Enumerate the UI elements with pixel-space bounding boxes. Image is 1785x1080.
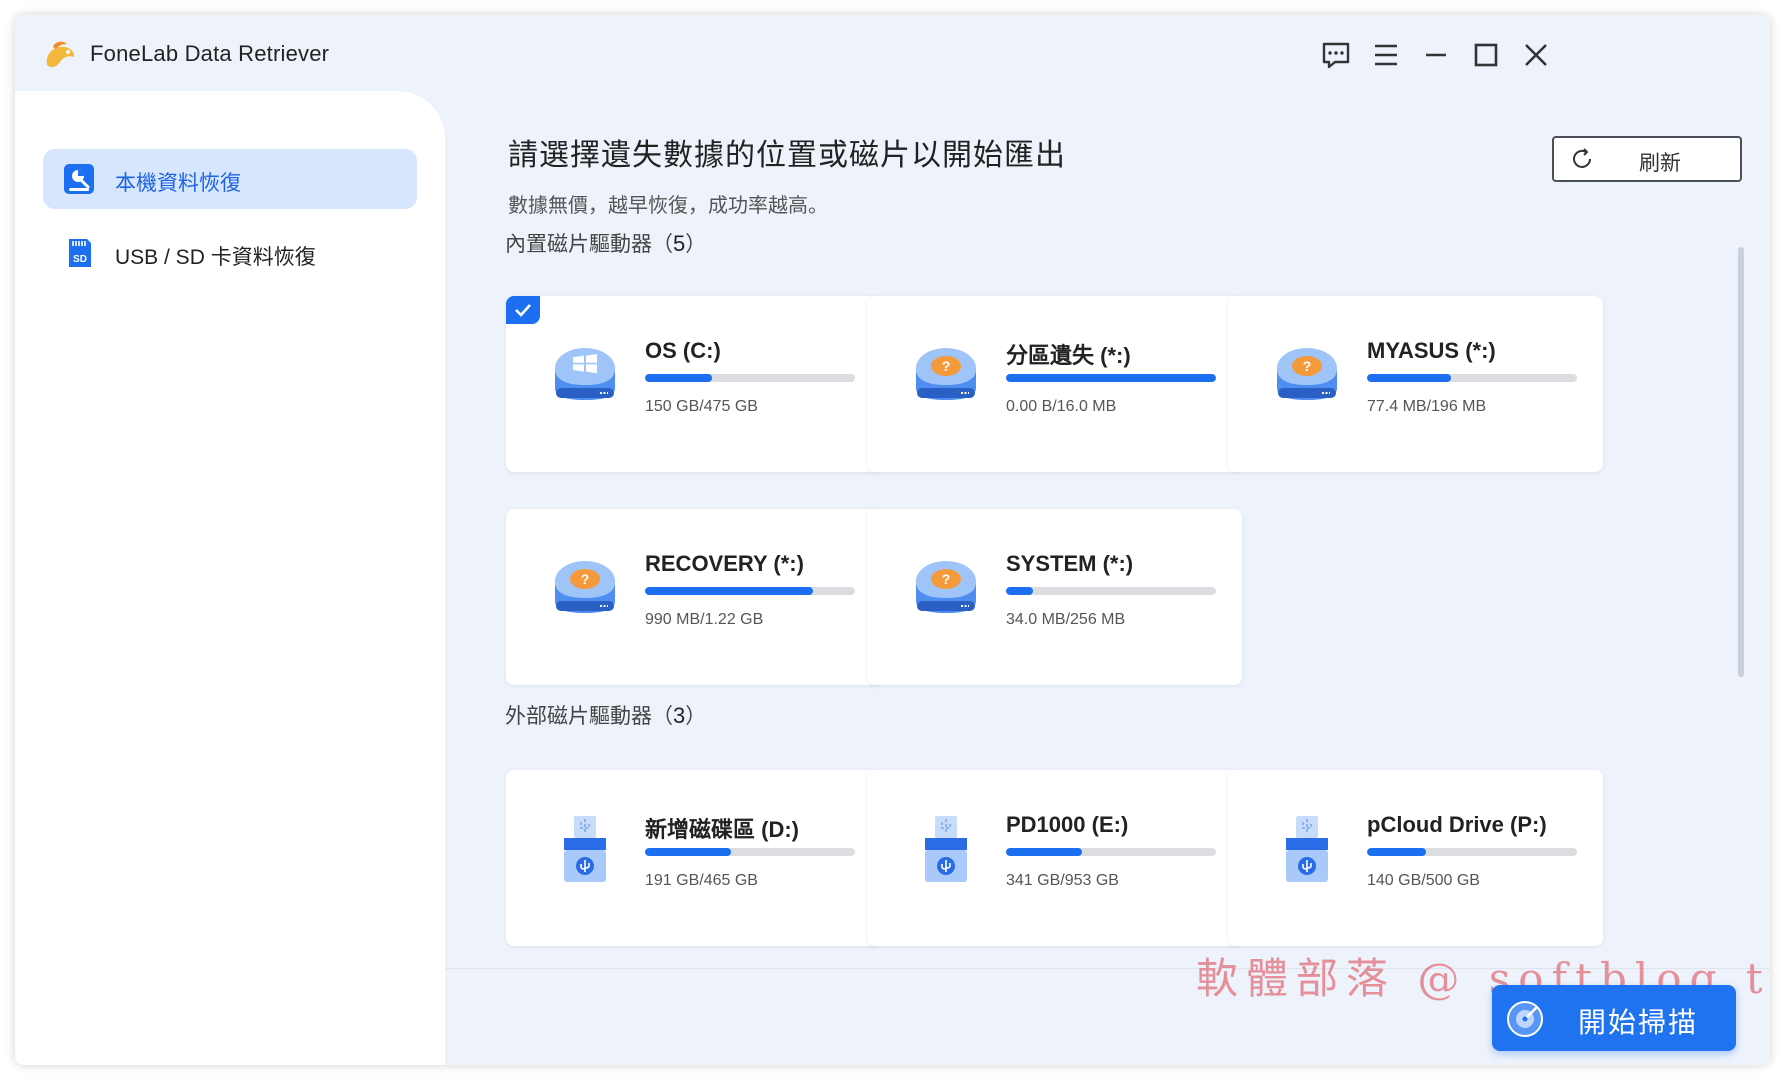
drive-name: RECOVERY (*:) [645,551,804,576]
usb-drive-icon [925,816,967,882]
internal-drives-heading: 內置磁片驅動器（5） [505,228,706,258]
unknown-drive-icon: ? [555,561,615,613]
refresh-icon [1573,148,1591,168]
drive-size: 341 GB/953 GB [1006,872,1119,889]
app-window: FoneLab Data Retriever 本機資料恢復 SD USB / S… [15,15,1770,1065]
drive-usage-fill [1006,587,1034,595]
drive-usage-fill [1367,374,1451,382]
drive-card-system[interactable]: ? SYSTEM (*:) 34.0 MB/256 MB [867,509,1242,685]
external-drives-label: 外部磁片驅動器（ [505,705,673,728]
refresh-label: 刷新 [1639,152,1681,175]
selected-check-badge [506,296,540,324]
drive-usage-bar [645,374,855,382]
drive-card-pd1000-e[interactable]: PD1000 (E:) 341 GB/953 GB [867,770,1242,946]
drive-size: 990 MB/1.22 GB [645,611,764,628]
svg-text:?: ? [581,571,590,587]
drive-size: 191 GB/465 GB [645,872,758,889]
drive-name: pCloud Drive (P:) [1367,812,1547,837]
sidebar-item-label: 本機資料恢復 [115,172,241,195]
drive-usage-fill [645,374,713,382]
drive-usage-fill [645,587,813,595]
sidebar-item-local-recovery[interactable]: 本機資料恢復 [43,149,417,209]
svg-text:?: ? [1303,358,1312,374]
drive-usage-fill [645,848,732,856]
drive-usage-bar [1006,374,1216,382]
computer-recovery-icon [64,164,94,194]
drive-size: 77.4 MB/196 MB [1367,398,1487,415]
scan-disc-icon [1507,1001,1543,1037]
drive-name: OS (C:) [645,338,721,363]
drive-usage-bar [1367,374,1577,382]
drive-usage-fill [1367,848,1426,856]
internal-drives-count: 5 [673,231,686,256]
unknown-drive-icon: ? [916,561,976,613]
drive-usage-bar [1006,587,1216,595]
menu-button[interactable] [1368,37,1404,73]
checkmark-icon [515,304,531,317]
svg-text:?: ? [942,571,951,587]
drive-name: PD1000 (E:) [1006,812,1129,837]
fonelab-logo-icon [46,41,75,68]
drive-size: 34.0 MB/256 MB [1006,611,1126,628]
sd-card-icon: SD [69,239,91,267]
drive-name: 分區遺失 (*:) [1006,343,1131,368]
drive-usage-fill [1006,374,1216,382]
app-title: FoneLab Data Retriever [90,41,330,66]
close-icon [1525,44,1547,66]
drive-card-myasus[interactable]: ? MYASUS (*:) 77.4 MB/196 MB [1228,296,1603,472]
minimize-icon [1426,53,1446,57]
drive-size: 0.00 B/16.0 MB [1006,398,1117,415]
drive-card-pcloud-p[interactable]: pCloud Drive (P:) 140 GB/500 GB [1228,770,1603,946]
drive-card-lost-partition[interactable]: ? 分區遺失 (*:) 0.00 B/16.0 MB [867,296,1242,472]
external-drives-heading: 外部磁片驅動器（3） [505,700,706,730]
drive-usage-bar [1006,848,1216,856]
drive-usage-bar [645,587,855,595]
drive-name: 新增磁碟區 (D:) [645,817,799,842]
vertical-scrollbar[interactable] [1738,247,1744,677]
drive-card-new-volume-d[interactable]: 新增磁碟區 (D:) 191 GB/465 GB [506,770,881,946]
maximize-button[interactable] [1468,37,1504,73]
drive-name: MYASUS (*:) [1367,338,1496,363]
sidebar: 本機資料恢復 SD USB / SD 卡資料恢復 [15,91,445,1065]
hamburger-menu-icon [1375,44,1397,66]
page-subtitle: 數據無價，越早恢復，成功率越高。 [508,195,828,217]
internal-drives-label: 內置磁片驅動器（ [505,233,673,256]
start-scan-label: 開始掃描 [1578,1007,1699,1038]
start-scan-button[interactable]: 開始掃描 [1492,985,1736,1051]
unknown-drive-icon: ? [1277,348,1337,400]
drive-usage-fill [1006,848,1082,856]
windows-drive-icon [555,348,615,400]
drive-card-os-c[interactable]: OS (C:) 150 GB/475 GB [506,296,881,472]
close-button[interactable] [1518,37,1554,73]
maximize-icon [1474,43,1498,67]
minimize-button[interactable] [1418,37,1454,73]
internal-drives-close: ） [685,233,707,256]
svg-text:?: ? [942,358,951,374]
unknown-drive-icon: ? [916,348,976,400]
usb-drive-icon [1286,816,1328,882]
refresh-button[interactable]: 刷新 [1552,136,1742,182]
chat-icon [1322,42,1350,69]
drive-size: 150 GB/475 GB [645,398,758,415]
drive-name: SYSTEM (*:) [1006,551,1134,576]
drive-usage-bar [645,848,855,856]
feedback-button[interactable] [1318,37,1354,73]
drive-size: 140 GB/500 GB [1367,872,1480,889]
external-drives-count: 3 [673,703,686,728]
sidebar-item-label: USB / SD 卡資料恢復 [115,246,316,269]
sidebar-item-usb-sd-recovery[interactable]: SD USB / SD 卡資料恢復 [43,223,417,283]
title-bar: FoneLab Data Retriever [15,15,1770,91]
drive-card-recovery[interactable]: ? RECOVERY (*:) 990 MB/1.22 GB [506,509,881,685]
drive-usage-bar [1367,848,1577,856]
usb-drive-icon [564,816,606,882]
svg-text:SD: SD [73,254,87,265]
page-title: 請選擇遺失數據的位置或磁片以開始匯出 [508,139,1066,172]
external-drives-close: ） [685,705,707,728]
